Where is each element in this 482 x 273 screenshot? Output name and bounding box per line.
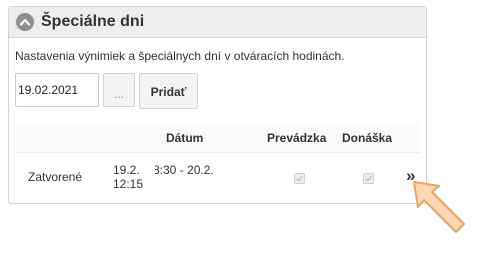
panel-title: Špeciálne dni: [41, 13, 145, 30]
row-status: Zatvorené: [28, 170, 83, 184]
special-days-panel: Špeciálne dni Nastavenia výnimiek a špec…: [8, 6, 427, 204]
checkmark-icon: [365, 175, 372, 182]
panel-header: Špeciálne dni: [9, 7, 426, 38]
checkmark-icon: [296, 175, 303, 182]
date-picker-button[interactable]: ...: [103, 73, 135, 107]
row-date-range-end: 8:30 - 20.2.: [153, 163, 214, 177]
operation-checkbox: [294, 173, 305, 184]
add-button[interactable]: Pridať: [139, 73, 198, 109]
table-row: Zatvorené 8:30 - 20.2. 19.2. 12:15 »: [17, 153, 420, 200]
column-header-operation: Prevádzka: [267, 131, 327, 145]
column-header-delivery: Donáška: [342, 131, 393, 145]
delivery-checkbox: [363, 173, 374, 184]
collapse-button[interactable]: [16, 13, 34, 31]
chevron-up-icon: [20, 18, 30, 26]
pointer-arrow-icon: [413, 181, 465, 233]
column-header-date: Dátum: [166, 131, 204, 145]
table-header: Dátum Prevádzka Donáška: [17, 124, 420, 153]
panel-description: Nastavenia výnimiek a špeciálnych dní v …: [15, 49, 345, 63]
date-input[interactable]: [15, 73, 99, 107]
special-days-table: Dátum Prevádzka Donáška Zatvorené 8:30 -…: [17, 124, 420, 200]
row-date-range-start: 19.2. 12:15: [113, 163, 155, 191]
